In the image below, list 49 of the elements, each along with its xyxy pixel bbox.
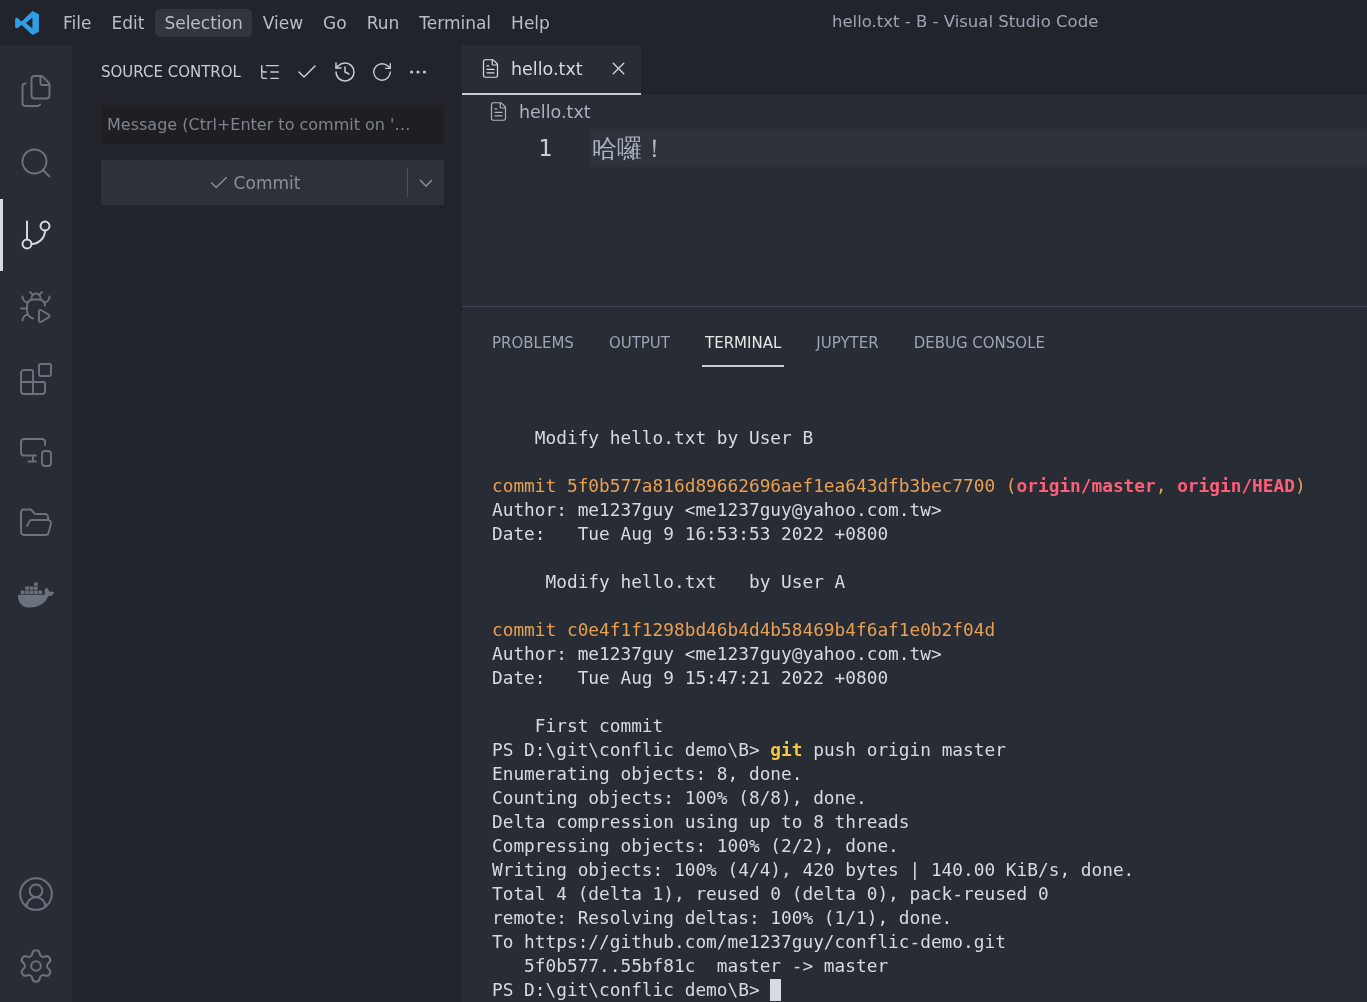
- terminal-line: Author: me1237guy <me1237guy@yahoo.com.tw>: [492, 642, 942, 666]
- menu-item[interactable]: Selection: [155, 8, 252, 37]
- terminal-line: Compressing objects: 100% (2/2), done.: [492, 834, 899, 858]
- terminal-line: First commit: [533, 714, 664, 738]
- panel-tab[interactable]: OUTPUT: [605, 321, 673, 367]
- panel-tab[interactable]: DEBUG CONSOLE: [910, 321, 1048, 367]
- chevron-down-icon: [419, 178, 433, 187]
- panel-tab[interactable]: JUPYTER: [813, 321, 882, 367]
- terminal-line: commit 5f0b577a816d89662696aef1ea643dfb3bec7700 (origin/master, origin/HEAD): [492, 474, 1306, 498]
- panel-tab[interactable]: PROBLEMS: [489, 321, 577, 367]
- terminal-line: PS D:\git\conflic demo\B>: [492, 978, 761, 1002]
- window-title: hello.txt - B - Visual Studio Code: [832, 12, 1099, 31]
- account-icon[interactable]: [17, 875, 55, 913]
- file-icon: [480, 58, 501, 80]
- breadcrumb-item[interactable]: hello.txt: [519, 101, 591, 122]
- line-number: 1: [537, 135, 553, 162]
- terminal-line: Delta compression using up to 8 threads: [492, 810, 910, 834]
- terminal-line: Enumerating objects: 8, done.: [492, 762, 803, 786]
- menu-item[interactable]: View: [253, 8, 313, 37]
- sidebar-title: SOURCE CONTROL: [101, 63, 241, 81]
- terminal-cursor: [770, 979, 782, 1001]
- menu-item[interactable]: File: [54, 8, 101, 37]
- terminal-line: Total 4 (delta 1), reused 0 (delta 0), pack-reused 0: [492, 882, 1049, 906]
- menu-item[interactable]: Go: [314, 8, 356, 37]
- terminal-line: To https://github.com/me1237guy/conflic-demo.git: [492, 930, 1006, 954]
- terminal-line: Date: Tue Aug 9 16:53:53 2022 +0800: [492, 522, 889, 546]
- extensions-icon: [18, 361, 54, 397]
- commit-message-field[interactable]: Message (Ctrl+Enter to commit on '…: [101, 105, 444, 144]
- terminal-line: 5f0b577..55bf81c master -> master: [523, 954, 889, 978]
- menu-item[interactable]: Terminal: [410, 8, 501, 37]
- menu-item[interactable]: Run: [357, 8, 409, 37]
- terminal-line: PS D:\git\conflic demo\B> git push origin master: [492, 738, 1006, 762]
- menu-item[interactable]: Edit: [102, 8, 154, 37]
- panel-tab[interactable]: TERMINAL: [702, 321, 785, 367]
- menu-item[interactable]: Help: [502, 8, 559, 37]
- file-icon: [488, 101, 509, 123]
- terminal-line: Modify hello.txt by User A: [544, 570, 846, 594]
- refresh-icon[interactable]: [370, 61, 393, 83]
- app-logo-icon: [14, 9, 40, 36]
- editor-tab[interactable]: hello.txt: [462, 45, 641, 95]
- terminal-line: Writing objects: 100% (4/4), 420 bytes | 140.00 KiB/s, done.: [492, 858, 1135, 882]
- terminal-line: Counting objects: 100% (8/8), done.: [492, 786, 867, 810]
- terminal-line: Date: Tue Aug 9 15:47:21 2022 +0800: [492, 666, 889, 690]
- tab-label: hello.txt: [511, 58, 584, 79]
- terminal-line: Author: me1237guy <me1237guy@yahoo.com.tw>: [492, 498, 942, 522]
- terminal-line: remote: Resolving deltas: 100% (1/1), done.: [492, 906, 953, 930]
- terminal-line: Modify hello.txt by User B: [533, 426, 814, 450]
- history-icon[interactable]: [332, 60, 357, 84]
- terminal-line: commit c0e4f1f1298bd46b4d4b58469b4f6af1e0b2f04d: [492, 618, 996, 642]
